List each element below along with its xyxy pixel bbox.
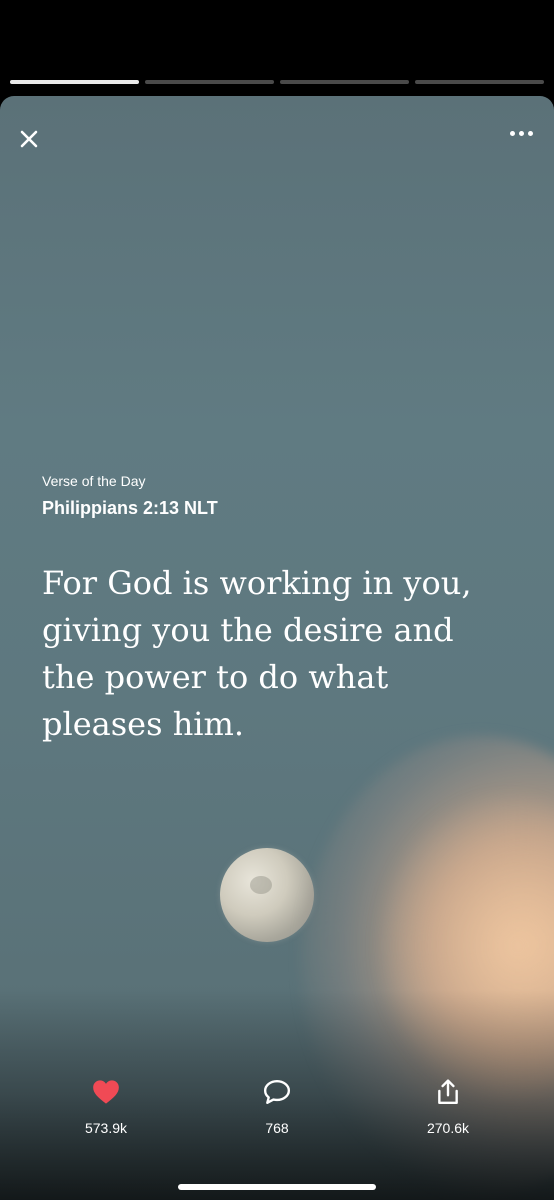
- heart-icon: [93, 1080, 119, 1104]
- progress-segment: [280, 80, 409, 84]
- progress-segment: [415, 80, 544, 84]
- story-progress-bar: [10, 80, 544, 85]
- action-bar: 573.9k 768 270.6k: [0, 1076, 554, 1146]
- progress-segment-active: [10, 80, 139, 84]
- share-button[interactable]: 270.6k: [398, 1076, 498, 1136]
- more-options-dot: [527, 130, 533, 136]
- verse-line: For God is working in you,: [42, 564, 472, 602]
- share-icon: [438, 1079, 458, 1105]
- moon-image: [220, 848, 314, 942]
- comment-button[interactable]: 768: [227, 1076, 327, 1136]
- close-icon: [20, 130, 38, 148]
- progress-segment: [145, 80, 274, 84]
- like-count: 573.9k: [84, 1120, 128, 1136]
- verse-line: the power to do what: [42, 658, 389, 696]
- more-options-dot: [518, 130, 524, 136]
- home-indicator[interactable]: [178, 1184, 376, 1190]
- verse-of-day-label: Verse of the Day: [42, 473, 146, 489]
- close-button[interactable]: [14, 124, 44, 154]
- comment-icon: [263, 1080, 291, 1104]
- more-options-button[interactable]: [504, 124, 538, 142]
- verse-line: pleases him.: [42, 705, 245, 743]
- verse-text: For God is working in you, giving you th…: [42, 560, 512, 748]
- verse-line: giving you the desire and: [42, 611, 454, 649]
- comment-count: 768: [265, 1120, 289, 1136]
- more-options-icon: [509, 130, 515, 136]
- like-button[interactable]: 573.9k: [56, 1076, 156, 1136]
- verse-reference[interactable]: Philippians 2:13 NLT: [42, 498, 218, 519]
- share-count: 270.6k: [426, 1120, 470, 1136]
